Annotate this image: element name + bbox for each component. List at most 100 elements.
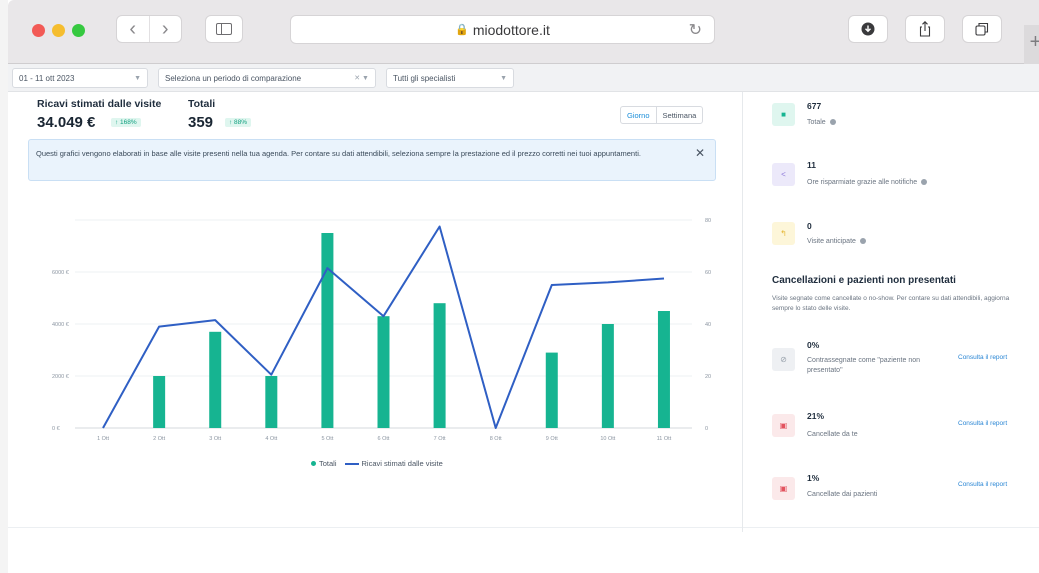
maximize-window-button[interactable] — [72, 24, 85, 37]
cancellations-section-title: Cancellazioni e pazienti non presentati — [772, 275, 956, 286]
legend-label-ricavi: Ricavi stimati dalle visite — [361, 459, 443, 468]
revenue-value: 34.049 € — [37, 114, 96, 131]
chart-legend: Totali Ricavi stimati dalle visite — [311, 459, 443, 468]
total-label: Totali — [188, 98, 216, 110]
bar — [657, 311, 670, 428]
cancellations-section-description: Visite segnate come cancellate o no-show… — [772, 295, 1010, 312]
right-axis-tick: 80 — [705, 218, 711, 224]
filter-bar: 01 - 11 ott 2023 ▼ Seleziona un periodo … — [8, 64, 1039, 92]
legend-item-totali[interactable]: Totali — [311, 459, 337, 468]
specialists-select[interactable]: Tutti gli specialisti ▼ — [386, 68, 514, 88]
bar — [433, 303, 446, 428]
bar — [377, 316, 390, 428]
info-icon[interactable] — [921, 179, 928, 186]
panel-divider — [742, 92, 743, 532]
share-button[interactable] — [905, 15, 945, 43]
close-window-button[interactable] — [32, 24, 45, 37]
legend-item-ricavi[interactable]: Ricavi stimati dalle visite — [344, 459, 443, 468]
notifications-icon: < — [772, 163, 795, 186]
no-show-percent: 0% — [807, 340, 820, 350]
cancelled-by-you-percent: 21% — [807, 411, 825, 421]
comparison-period-select[interactable]: Seleziona un periodo di comparazione ✕ ▼ — [158, 68, 376, 88]
content-footer — [8, 527, 1039, 573]
specialists-value: Tutti gli specialisti — [393, 73, 456, 83]
total-visits-icon: ■ — [772, 103, 795, 126]
total-value: 359 — [188, 114, 214, 131]
x-axis-tick: 3 Ott — [209, 436, 221, 442]
toggle-day-button[interactable]: Giorno — [621, 107, 657, 123]
url-text: miodottore.it — [472, 21, 550, 38]
toggle-week-button[interactable]: Settimana — [657, 107, 703, 123]
bar — [601, 324, 614, 428]
bar — [545, 352, 558, 428]
info-icon[interactable] — [829, 119, 836, 126]
right-axis-tick: 20 — [705, 374, 711, 380]
downloads-button[interactable] — [848, 15, 888, 43]
history-nav: ‹ › — [116, 15, 182, 43]
forward-button[interactable]: › — [150, 16, 182, 42]
no-show-icon: ⊘ — [772, 348, 795, 371]
info-icon[interactable] — [859, 238, 866, 245]
legend-line — [344, 463, 359, 466]
back-button[interactable]: ‹ — [117, 16, 150, 42]
revenue-growth-badge: ↑ 168% — [111, 118, 141, 127]
cancelled-by-you-icon: ▣ — [772, 414, 795, 437]
x-axis-tick: 11 Ott — [657, 436, 672, 442]
hours-saved-value: 11 — [807, 160, 816, 170]
info-banner-text: Questi grafici vengono elaborati in base… — [36, 149, 641, 158]
date-range-value: 01 - 11 ott 2023 — [19, 73, 75, 83]
revenue-label: Ricavi stimati dalle visite — [37, 98, 162, 110]
new-tab-button[interactable]: + — [1024, 25, 1039, 65]
tabs-icon — [975, 22, 989, 36]
x-axis-tick: 5 Ott — [321, 436, 333, 442]
cancelled-by-patients-report-link[interactable]: Consulta il report — [958, 481, 1007, 488]
x-axis-tick: 6 Ott — [378, 436, 390, 442]
address-bar[interactable]: 🔒 miodottore.it ↻ — [290, 15, 715, 44]
bar — [153, 376, 166, 428]
left-axis-tick: 6000 € — [52, 270, 69, 276]
x-axis-tick: 9 Ott — [546, 436, 558, 442]
date-range-select[interactable]: 01 - 11 ott 2023 ▼ — [12, 68, 148, 88]
chevron-down-icon: ✕ ▼ — [354, 75, 369, 82]
cancelled-by-patients-label: Cancellate dai pazienti — [807, 491, 878, 498]
chevron-down-icon: ▼ — [500, 74, 507, 82]
cancelled-by-patients-percent: 1% — [807, 473, 820, 483]
tab-overview-button[interactable] — [962, 15, 1002, 43]
minimize-window-button[interactable] — [52, 24, 65, 37]
cancelled-by-you-label: Cancellate da te — [807, 431, 858, 438]
anticipated-visits-label-row: Visite anticipate — [807, 238, 866, 245]
sidebar-toggle-button[interactable] — [205, 15, 243, 43]
comparison-period-value: Seleziona un periodo di comparazione — [165, 73, 302, 83]
reload-icon[interactable]: ↻ — [689, 20, 702, 40]
cancelled-by-you-report-link[interactable]: Consulta il report — [958, 420, 1007, 427]
hours-saved-label-row: Ore risparmiate grazie alle notifiche — [807, 179, 928, 186]
right-axis-tick: 60 — [705, 270, 711, 276]
total-visits-label-row: Totale — [807, 119, 836, 126]
total-growth-badge: ↑ 88% — [225, 118, 252, 127]
download-icon — [861, 22, 875, 36]
left-axis-tick: 4000 € — [52, 322, 69, 328]
legend-label-totali: Totali — [319, 459, 337, 468]
info-banner: Questi grafici vengono elaborati in base… — [28, 139, 716, 181]
window-edge — [0, 0, 8, 573]
legend-dot — [311, 461, 316, 466]
bar — [321, 233, 334, 428]
x-axis-tick: 10 Ott — [600, 436, 615, 442]
x-axis-tick: 8 Ott — [490, 436, 502, 442]
x-axis-tick: 7 Ott — [434, 436, 446, 442]
right-axis-tick: 40 — [705, 322, 711, 328]
no-show-report-link[interactable]: Consulta il report — [958, 354, 1007, 361]
bar — [265, 376, 278, 428]
anticipated-visits-label: Visite anticipate — [807, 238, 856, 245]
share-icon — [919, 21, 931, 37]
period-toggle: Giorno Settimana — [620, 106, 704, 124]
left-axis-tick: 2000 € — [52, 374, 69, 380]
anticipated-visits-value: 0 — [807, 221, 812, 231]
close-icon[interactable]: ✕ — [695, 147, 705, 159]
total-visits-value: 677 — [807, 101, 822, 111]
no-show-label: Contrassegnate come "paziente non presen… — [807, 357, 921, 374]
lock-icon: 🔒 — [455, 24, 469, 36]
cancelled-by-patients-icon: ▣ — [772, 477, 795, 500]
browser-toolbar: ‹ › 🔒 miodottore.it ↻ + — [8, 0, 1039, 65]
left-axis-tick: 0 € — [52, 426, 60, 432]
